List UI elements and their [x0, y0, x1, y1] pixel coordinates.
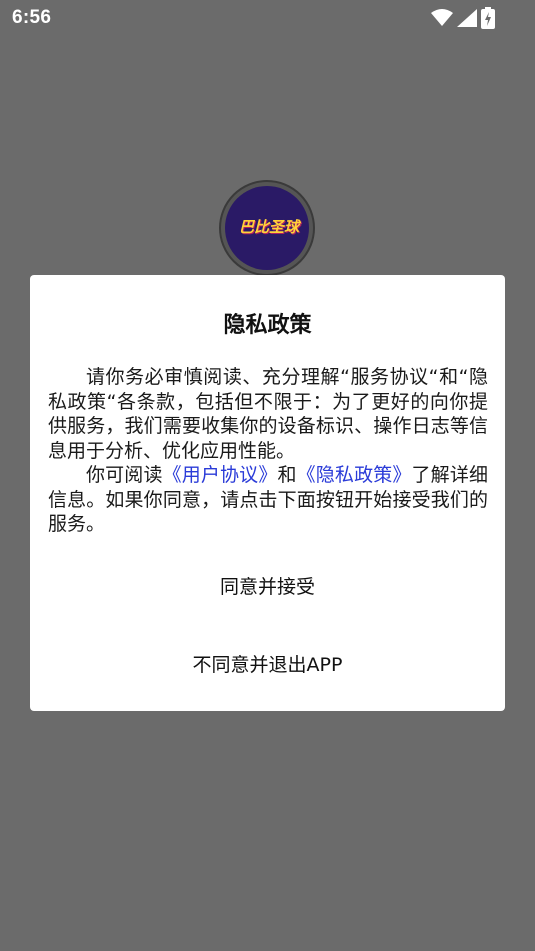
signal-icon: [457, 9, 477, 27]
status-icons: [431, 7, 495, 29]
app-logo: 巴比圣球: [219, 180, 315, 276]
privacy-policy-link[interactable]: 《隐私政策》: [297, 464, 412, 486]
dialog-body: 请你务必审慎阅读、充分理解“服务协议“和“隐私政策“各条款，包括但不限于：为了更…: [48, 365, 488, 537]
logo-text: 巴比圣球: [238, 218, 299, 236]
dialog-title: 隐私政策: [223, 313, 312, 338]
disagree-exit-button[interactable]: 不同意并退出APP: [30, 648, 505, 678]
privacy-paragraph-1: 请你务必审慎阅读、充分理解“服务协议“和“隐私政策“各条款，包括但不限于：为了更…: [48, 366, 488, 462]
status-time: 6:56: [12, 7, 52, 28]
logo-badge: 巴比圣球: [225, 186, 309, 270]
battery-charging-icon: [481, 7, 495, 29]
privacy-dialog: 隐私政策 请你务必审慎阅读、充分理解“服务协议“和“隐私政策“各条款，包括但不限…: [30, 275, 505, 711]
agree-button[interactable]: 同意并接受: [30, 570, 505, 600]
status-bar: 6:56: [0, 0, 535, 38]
paragraph-2-prefix: 你可阅读: [86, 464, 163, 486]
privacy-paragraph-2: 你可阅读《用户协议》和《隐私政策》了解详细信息。如果你同意，请点击下面按钮开始接…: [48, 463, 488, 537]
user-agreement-link[interactable]: 《用户协议》: [163, 464, 278, 486]
paragraph-2-and: 和: [277, 464, 297, 486]
wifi-icon: [431, 9, 453, 27]
